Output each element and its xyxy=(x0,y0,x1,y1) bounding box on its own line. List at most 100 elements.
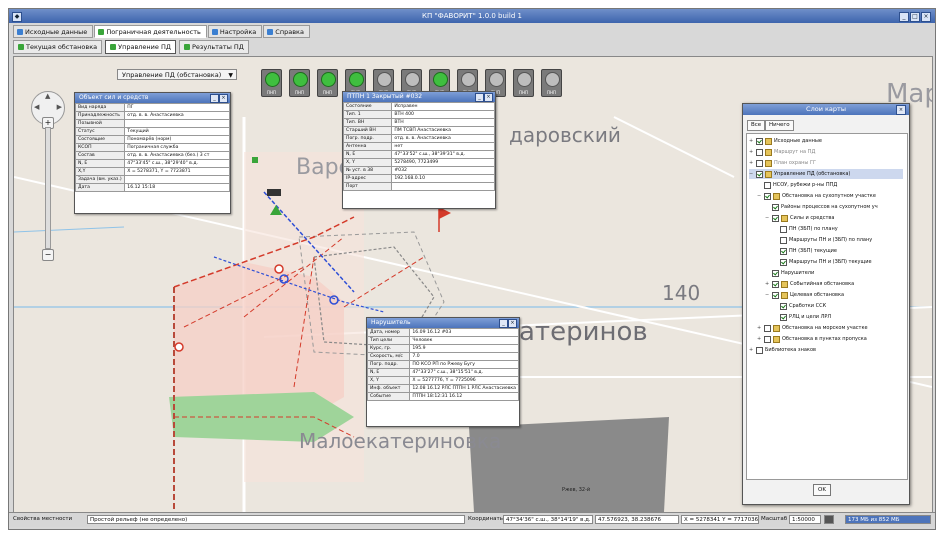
tool-button[interactable]: ПНП xyxy=(261,69,282,97)
arrow-left-icon[interactable]: ◀ xyxy=(34,103,39,111)
checkbox[interactable] xyxy=(764,324,771,332)
layer-item[interactable]: + Библиотека знаков xyxy=(749,345,816,355)
object-info-titlebar[interactable]: Объект сил и средств _ × xyxy=(75,93,230,103)
tab-help[interactable]: Справка xyxy=(263,25,310,38)
prop-key: Старший ВН xyxy=(342,126,393,135)
ok-button[interactable]: OK xyxy=(813,484,831,496)
checkbox[interactable] xyxy=(772,214,779,222)
map-layers-panel[interactable]: Слои карты × Все Ничего + Исходные данные … xyxy=(742,103,910,505)
layer-item[interactable]: − Обстановка на сухопутном участке xyxy=(757,191,876,201)
checkbox[interactable] xyxy=(764,181,771,189)
close-icon[interactable]: × xyxy=(508,319,517,328)
layer-item[interactable]: ПН (ЗБП) текущие xyxy=(773,246,837,256)
checkbox[interactable] xyxy=(756,170,763,178)
arrow-up-icon[interactable]: ▲ xyxy=(45,92,50,100)
collapse-icon[interactable]: − xyxy=(765,290,770,300)
checkbox[interactable] xyxy=(780,313,787,321)
close-icon[interactable]: × xyxy=(219,94,228,103)
layer-item[interactable]: + План охраны ГГ xyxy=(749,158,816,168)
scale-field[interactable]: 1:50000 xyxy=(789,515,821,524)
layers-tree[interactable]: + Исходные данные + Маршрут на ПД + План ох… xyxy=(746,133,908,480)
layer-label: ПН (ЗБП) по плану xyxy=(789,226,838,232)
layer-item[interactable]: Сработки ССК xyxy=(773,301,826,311)
ptpn-info-titlebar[interactable]: ПТПН 1 Закрытый #032 _ × xyxy=(343,92,495,102)
select-none-button[interactable]: Ничего xyxy=(765,120,794,131)
collapse-icon[interactable]: − xyxy=(765,213,770,223)
subtab-pd-management[interactable]: Управление ПД xyxy=(105,40,176,54)
expand-icon[interactable]: + xyxy=(757,334,762,344)
expand-icon[interactable]: + xyxy=(749,345,754,355)
close-icon[interactable]: × xyxy=(484,93,493,102)
layer-item[interactable]: + Событийная обстановка xyxy=(765,279,854,289)
tab-settings[interactable]: Настройка xyxy=(207,25,263,38)
layer-label: Районы процессов на сухопутном уч xyxy=(781,204,878,210)
zoom-out-button[interactable]: − xyxy=(42,249,54,261)
checkbox[interactable] xyxy=(756,159,763,167)
tab-border-activity[interactable]: Пограничная деятельность xyxy=(94,25,207,38)
expand-icon[interactable]: + xyxy=(749,136,754,146)
checkbox[interactable] xyxy=(756,346,763,354)
expand-icon[interactable]: + xyxy=(765,279,770,289)
minimize-icon[interactable]: _ xyxy=(475,93,484,102)
tool-button[interactable]: ПНП xyxy=(289,69,310,97)
close-icon[interactable]: × xyxy=(896,105,906,115)
checkbox[interactable] xyxy=(756,137,763,145)
tool-button[interactable]: ПНП xyxy=(541,69,562,97)
select-all-button[interactable]: Все xyxy=(747,120,766,131)
checkbox[interactable] xyxy=(772,203,779,211)
layer-item[interactable]: + Маршрут на ПД xyxy=(749,147,815,157)
checkbox[interactable] xyxy=(780,247,787,255)
expand-icon[interactable]: + xyxy=(749,158,754,168)
layer-item[interactable]: + Обстановка на морском участке xyxy=(757,323,868,333)
settings-icon[interactable] xyxy=(824,515,834,524)
subtab-pd-results[interactable]: Результаты ПД xyxy=(178,40,249,54)
checkbox[interactable] xyxy=(764,335,771,343)
tab-source-data[interactable]: Исходные данные xyxy=(13,25,94,38)
layer-item[interactable]: Нарушители xyxy=(765,268,814,278)
layer-item[interactable]: ПН (ЗБП) по плану xyxy=(773,224,838,234)
object-info-window[interactable]: Объект сил и средств _ × Вид наряда ПГ Прин… xyxy=(74,92,231,214)
checkbox[interactable] xyxy=(756,148,763,156)
layer-item[interactable]: − Управление ПД (обстановка) xyxy=(749,169,903,179)
layer-item[interactable]: − Силы и средства xyxy=(765,213,834,223)
violator-info-window[interactable]: Нарушитель _ × Дата, номер 16.09 16.12 #03 … xyxy=(366,317,520,427)
layer-item[interactable]: Маршруты ПН и (ЗБП) текущие xyxy=(773,257,872,267)
layer-item[interactable]: + Обстановка в пунктах пропуска xyxy=(757,334,867,344)
checkbox[interactable] xyxy=(780,236,787,244)
layers-titlebar[interactable]: Слои карты × xyxy=(743,104,909,115)
violator-info-titlebar[interactable]: Нарушитель _ × xyxy=(367,318,519,328)
checkbox[interactable] xyxy=(772,280,779,288)
zoom-slider[interactable] xyxy=(45,127,51,249)
layer-item[interactable]: − Целевая обстановка xyxy=(765,290,844,300)
collapse-icon[interactable]: − xyxy=(757,191,762,201)
subtab-icon xyxy=(183,44,190,50)
maximize-button[interactable]: □ xyxy=(910,12,920,22)
close-button[interactable]: × xyxy=(921,12,931,22)
layer-item[interactable]: Маршруты ПН и (ЗБП) по плану xyxy=(773,235,872,245)
layer-item[interactable]: + Исходные данные xyxy=(749,136,822,146)
collapse-icon[interactable]: − xyxy=(749,169,754,179)
minimize-icon[interactable]: _ xyxy=(499,319,508,328)
main-tabs: Исходные данные Пограничная деятельность… xyxy=(13,25,310,38)
checkbox[interactable] xyxy=(764,192,771,200)
minimize-button[interactable]: _ xyxy=(899,12,909,22)
arrow-right-icon[interactable]: ▶ xyxy=(57,103,62,111)
ptpn-info-window[interactable]: ПТПН 1 Закрытый #032 _ × Состояние Исправен… xyxy=(342,91,496,209)
checkbox[interactable] xyxy=(772,291,779,299)
tool-button[interactable]: ПНП xyxy=(513,69,534,97)
checkbox[interactable] xyxy=(780,225,787,233)
expand-icon[interactable]: + xyxy=(757,323,762,333)
checkbox[interactable] xyxy=(780,258,787,266)
tool-button[interactable]: ПНП xyxy=(317,69,338,97)
folder-icon xyxy=(781,214,788,222)
checkbox[interactable] xyxy=(772,269,779,277)
subtab-current-situation[interactable]: Текущая обстановка xyxy=(13,40,103,54)
minimize-icon[interactable]: _ xyxy=(210,94,219,103)
layer-item[interactable]: РЛЦ и цели ЛРЛ xyxy=(773,312,831,322)
layer-item[interactable]: Районы процессов на сухопутном уч xyxy=(765,202,878,212)
mode-select[interactable]: Управление ПД (обстановка) ▼ xyxy=(117,69,237,80)
layer-item[interactable]: НСОУ, рубежи р-ны ППД xyxy=(757,180,837,190)
status-light-icon xyxy=(405,72,420,87)
expand-icon[interactable]: + xyxy=(749,147,754,157)
checkbox[interactable] xyxy=(780,302,787,310)
